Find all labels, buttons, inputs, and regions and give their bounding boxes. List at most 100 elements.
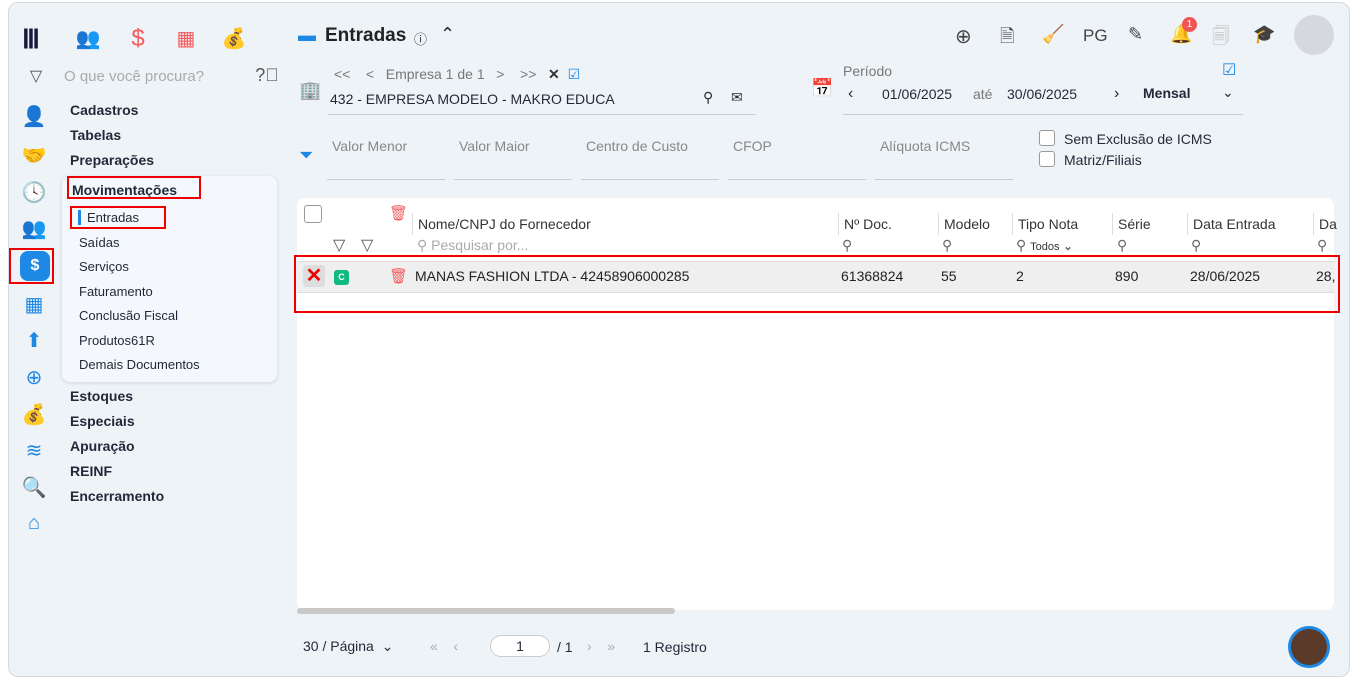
- end-date[interactable]: 30/06/2025: [1007, 86, 1077, 102]
- report-search-icon[interactable]: 🗐: [1212, 24, 1230, 54]
- highlight-entradas: [70, 206, 166, 229]
- logo: Ⅲ: [22, 24, 40, 54]
- ate-label: até: [973, 86, 993, 102]
- handshake-icon[interactable]: 🤝: [20, 143, 48, 168]
- pg-button[interactable]: PG: [1083, 26, 1108, 46]
- empresa-name[interactable]: 432 - EMPRESA MODELO - MAKRO EDUCA: [330, 91, 615, 107]
- aliquota-field[interactable]: Alíquota ICMS: [875, 138, 1013, 180]
- people-icon[interactable]: 👥: [74, 26, 102, 51]
- avatar[interactable]: [1294, 15, 1334, 55]
- document-icon[interactable]: 🗎: [1000, 24, 1014, 54]
- clock-icon[interactable]: 🕓: [20, 180, 48, 205]
- col-nome[interactable]: Nome/CNPJ do Fornecedor: [412, 213, 591, 235]
- collapse-icon[interactable]: ⌃: [440, 24, 455, 45]
- col-tipo[interactable]: Tipo Nota: [1012, 213, 1078, 235]
- calc-icon[interactable]: ▦: [20, 292, 48, 317]
- chart-arrow-icon[interactable]: ⬆: [20, 328, 48, 353]
- pagination-first-prev[interactable]: « ‹: [430, 638, 458, 654]
- filter-funnel-icon[interactable]: ⏷: [299, 145, 313, 166]
- home-icon[interactable]: ⌂: [20, 512, 48, 535]
- search-data-icon[interactable]: ⚲: [1191, 237, 1201, 254]
- assistant-avatar[interactable]: [1288, 626, 1330, 668]
- add-icon[interactable]: ⊕: [955, 24, 972, 49]
- search-icon[interactable]: 🔍: [20, 475, 48, 500]
- search-serie-icon[interactable]: ⚲: [1117, 237, 1127, 254]
- valor-menor-field[interactable]: Valor Menor: [327, 138, 445, 180]
- tipo-filter-select[interactable]: Todos: [1030, 241, 1059, 253]
- menu-preparacoes[interactable]: Preparações: [70, 152, 154, 168]
- empresa-underline: [328, 114, 756, 115]
- pagination-next-last[interactable]: › »: [587, 638, 615, 654]
- per-page-select[interactable]: 30 / Página ⌄: [303, 638, 393, 655]
- calendar-icon: 📅: [811, 78, 834, 98]
- submenu-produtos61r[interactable]: Produtos61R: [79, 333, 155, 348]
- col-doc[interactable]: Nº Doc.: [838, 213, 892, 235]
- menu-apuracao[interactable]: Apuração: [70, 438, 135, 454]
- filter-icon-2[interactable]: ▽: [361, 235, 373, 255]
- period-mode[interactable]: Mensal: [1143, 85, 1190, 101]
- next-period[interactable]: ›: [1114, 85, 1119, 103]
- submenu-saidas[interactable]: Saídas: [79, 235, 119, 250]
- menu-especiais[interactable]: Especiais: [70, 413, 135, 429]
- money-bag-icon[interactable]: 💰: [220, 26, 248, 51]
- search-doc-icon[interactable]: ⚲: [842, 237, 852, 254]
- dollar-icon[interactable]: $: [124, 25, 152, 53]
- bag-icon[interactable]: 💰: [20, 402, 48, 427]
- search-next-icon[interactable]: ⚲: [1317, 237, 1327, 254]
- cfop-field[interactable]: CFOP: [728, 138, 866, 180]
- highlight-movimentacoes: [67, 176, 201, 199]
- valor-maior-field[interactable]: Valor Maior: [454, 138, 572, 180]
- col-modelo[interactable]: Modelo: [938, 213, 990, 235]
- filter-icon[interactable]: ▽: [22, 66, 50, 86]
- start-date[interactable]: 01/06/2025: [882, 86, 952, 102]
- menu-reinf[interactable]: REINF: [70, 463, 112, 479]
- sem-exclusao-checkbox[interactable]: [1039, 130, 1055, 146]
- empresa-nav[interactable]: << < Empresa 1 de 1 > >> ✕ ☑: [334, 66, 580, 83]
- help-icon[interactable]: ?⃝: [253, 65, 281, 86]
- highlight-row: [294, 255, 1340, 313]
- layers-icon[interactable]: ≋: [20, 438, 48, 463]
- empresa-count: Empresa 1 de 1: [385, 66, 485, 82]
- menu-tabelas[interactable]: Tabelas: [70, 127, 121, 143]
- highlight-finance: [9, 248, 54, 284]
- col-data[interactable]: Data Entrada: [1187, 213, 1276, 235]
- menu-encerramento[interactable]: Encerramento: [70, 488, 164, 504]
- search-placeholder: Pesquisar por...: [431, 237, 529, 253]
- network-icon[interactable]: ⊕: [20, 365, 48, 390]
- select-all-checkbox[interactable]: [304, 205, 322, 223]
- menu-estoques[interactable]: Estoques: [70, 388, 133, 404]
- submenu-demais[interactable]: Demais Documentos: [79, 357, 200, 372]
- submenu-servicos[interactable]: Serviços: [79, 259, 129, 274]
- record-count: 1 Registro: [643, 639, 707, 655]
- filter-icon-1[interactable]: ▽: [333, 235, 345, 255]
- col-next[interactable]: Da: [1313, 213, 1337, 235]
- centro-custo-field[interactable]: Centro de Custo: [581, 138, 719, 180]
- menu-cadastros[interactable]: Cadastros: [70, 102, 138, 118]
- matriz-checkbox[interactable]: [1039, 151, 1055, 167]
- col-serie[interactable]: Série: [1112, 213, 1151, 235]
- email-icon[interactable]: ✉: [731, 89, 743, 106]
- total-pages: / 1: [557, 639, 573, 655]
- search-nome-input[interactable]: ⚲ Pesquisar por...: [417, 237, 528, 254]
- edit-icon[interactable]: ✎: [1128, 24, 1143, 45]
- period-checkbox[interactable]: ☑: [1222, 60, 1236, 80]
- menu-search-input[interactable]: O que você procura?: [64, 68, 204, 85]
- page-input[interactable]: 1: [490, 635, 550, 657]
- user-settings-icon[interactable]: 👤: [20, 104, 48, 129]
- delete-all-icon[interactable]: 🗑: [389, 204, 408, 222]
- search-modelo-icon[interactable]: ⚲: [942, 237, 952, 254]
- notification-badge: 1: [1182, 17, 1197, 32]
- sem-exclusao-label: Sem Exclusão de ICMS: [1064, 131, 1212, 147]
- search-tipo-icon[interactable]: ⚲ Todos ⌄: [1016, 237, 1073, 254]
- horizontal-scrollbar[interactable]: [297, 608, 675, 614]
- prev-period[interactable]: ‹: [848, 85, 853, 103]
- period-mode-chevron[interactable]: ⌄: [1222, 84, 1234, 101]
- submenu-faturamento[interactable]: Faturamento: [79, 284, 153, 299]
- calculator-icon[interactable]: ▦: [172, 26, 200, 51]
- broom-icon[interactable]: 🧹: [1042, 24, 1064, 45]
- empresa-search-icon[interactable]: ⚲: [703, 89, 713, 106]
- submenu-conclusao[interactable]: Conclusão Fiscal: [79, 308, 178, 323]
- info-icon[interactable]: ⓘ: [414, 29, 427, 48]
- users-icon[interactable]: 👥: [20, 216, 48, 241]
- graduation-icon[interactable]: 🎓: [1253, 24, 1275, 45]
